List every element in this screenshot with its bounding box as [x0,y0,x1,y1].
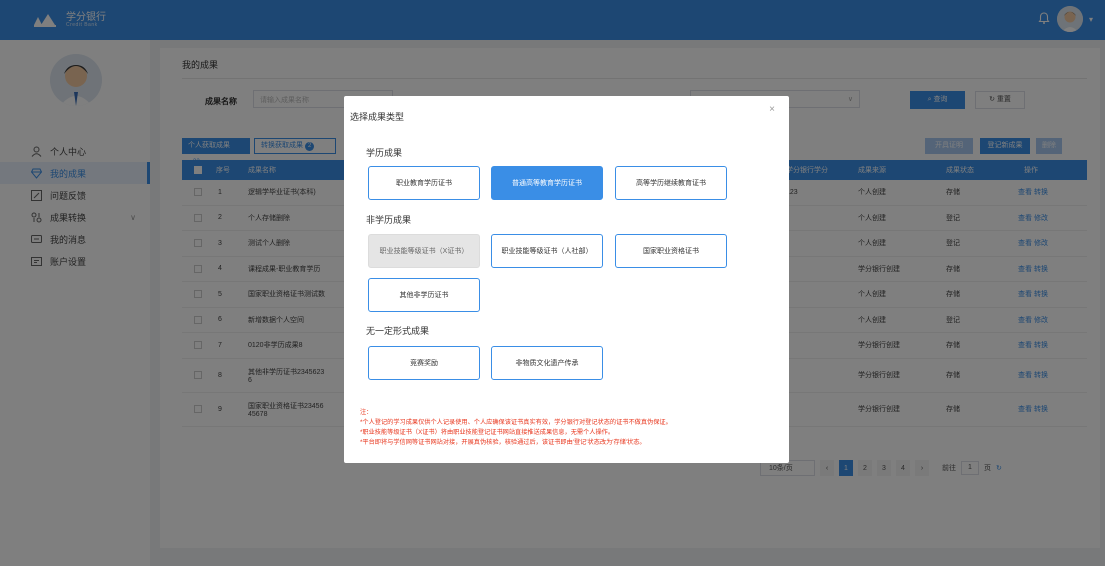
option-skill-certificate-hr[interactable]: 职业技能等级证书（人社部） [491,234,603,268]
section-title: 无一定形式成果 [366,326,430,336]
option-vocational-diploma[interactable]: 职业教育学历证书 [368,166,480,200]
option-higher-education-diploma[interactable]: 普通高等教育学历证书 [491,166,603,200]
option-intangible-heritage[interactable]: 非物质文化遗产传承 [491,346,603,380]
section-title: 非学历成果 [366,215,412,225]
close-icon[interactable]: × [769,104,775,115]
note-line: 注： [360,409,373,416]
select-type-dialog: 选择成果类型 × 学历成果 职业教育学历证书 普通高等教育学历证书 高等学历继续… [344,96,789,463]
dialog-notes: 注： *个人登记的学习成果仅供个人记录使用、个人应确保该证书真实有效，学分银行对… [360,408,780,448]
section-title: 学历成果 [366,148,403,158]
option-x-certificate: 职业技能等级证书（X证书） [368,234,480,268]
note-line: *平台即将与学信网等证书网站对接，开展真伪核验，核验通过后，该证书即由'登记'状… [360,439,646,446]
option-continuing-education[interactable]: 高等学历继续教育证书 [615,166,727,200]
dialog-title: 选择成果类型 [350,112,405,122]
option-other-certificate[interactable]: 其他非学历证书 [368,278,480,312]
option-national-qualification[interactable]: 国家职业资格证书 [615,234,727,268]
option-competition-award[interactable]: 竞赛奖励 [368,346,480,380]
note-line: *职业技能等级证书（X证书）将由职业技能登记证书网站直接推送成果信息，无需个人操… [360,429,615,436]
note-line: *个人登记的学习成果仅供个人记录使用、个人应确保该证书真实有效，学分银行对登记状… [360,419,672,426]
